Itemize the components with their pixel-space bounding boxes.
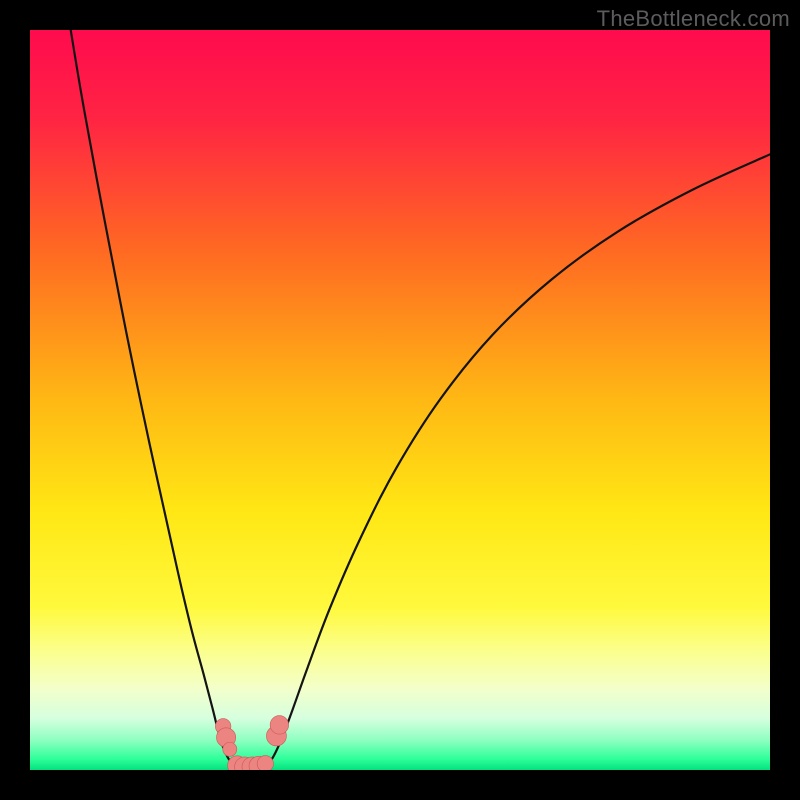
chart-frame: TheBottleneck.com — [0, 0, 800, 800]
plot-area — [30, 30, 770, 770]
data-marker — [257, 756, 273, 770]
chart-canvas — [30, 30, 770, 770]
watermark-text: TheBottleneck.com — [597, 6, 790, 32]
data-marker — [223, 742, 237, 756]
data-marker — [270, 716, 289, 735]
